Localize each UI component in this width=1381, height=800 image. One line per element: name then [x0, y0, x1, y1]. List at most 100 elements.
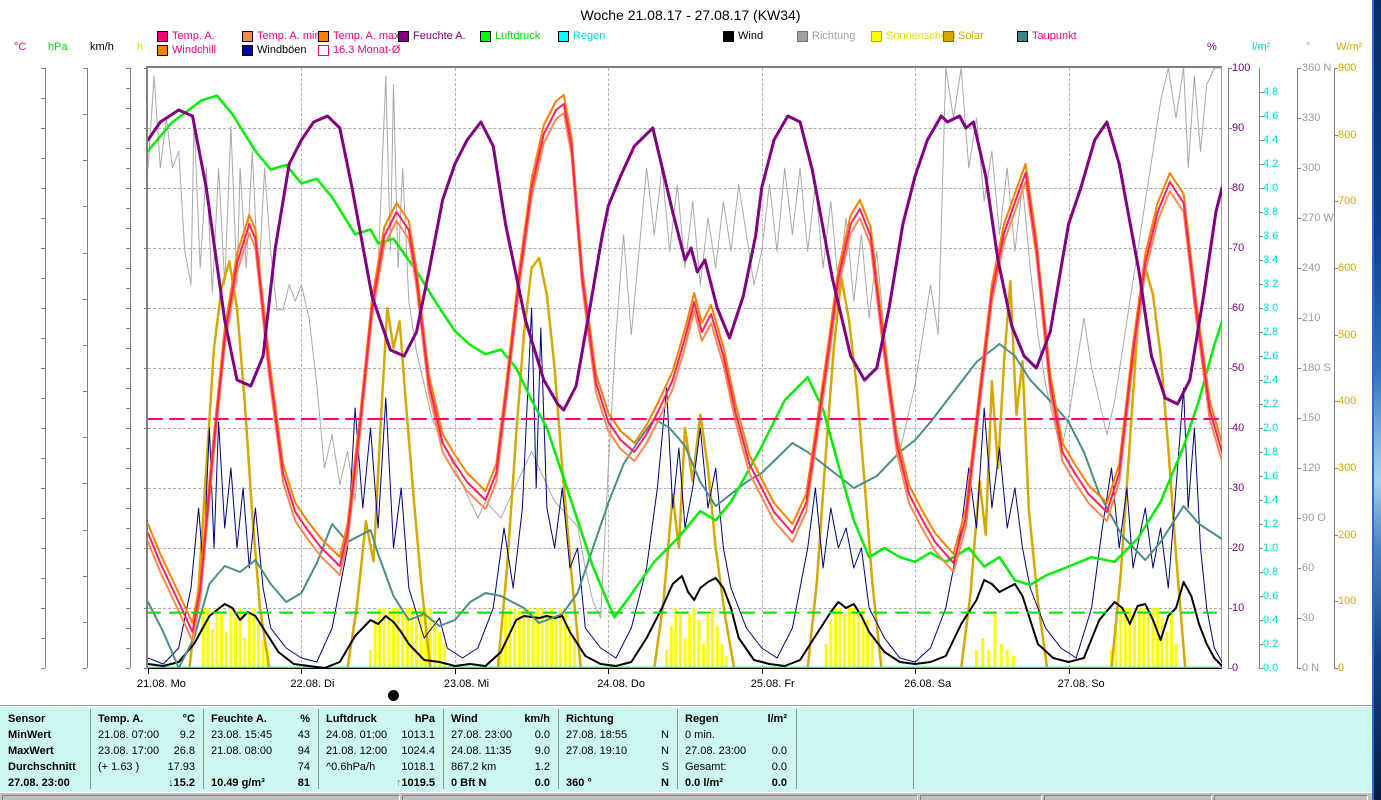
axis-tick: [1297, 518, 1301, 519]
legend-item-solar[interactable]: Solar: [943, 30, 984, 42]
axis-tick-label: 900: [1338, 62, 1357, 74]
axis-tick-label: 2.2: [1263, 398, 1279, 410]
legend-item-luftdruck[interactable]: Luftdruck: [480, 30, 540, 42]
axis-tick: [41, 248, 45, 249]
axis-header-degC: °C: [14, 41, 27, 53]
table-cell-value: 1024.4: [401, 745, 435, 757]
sonnenschein-bar: [247, 614, 251, 668]
legend-item-label: Windchill: [172, 44, 217, 56]
stats-table: Sensor MinWert MaxWert Durchschnitt 27.08. 2…: [0, 705, 1372, 792]
x-axis-line: [148, 668, 1222, 669]
x-axis-label: 27.08. So: [1057, 678, 1105, 690]
axis-tick-label: 300: [1302, 162, 1321, 174]
sonnenschein-bar: [843, 614, 847, 668]
axis-tick-label: 2.0: [1263, 422, 1279, 434]
axis-tick: [1297, 68, 1301, 69]
sonnenschein-bar: [220, 614, 224, 668]
axis-tick: [126, 228, 130, 229]
legend-color-swatch: [318, 30, 329, 42]
axis-tick-label: 330: [1302, 112, 1321, 124]
table-cell-value: 9.0: [534, 745, 550, 757]
table-cell-value: 0.0: [771, 745, 787, 757]
table-column-separator: [318, 709, 319, 789]
legend-item-temp-a-min[interactable]: Temp. A. min: [242, 30, 321, 42]
axis-tick: [126, 548, 130, 549]
x-axis-tick: [761, 669, 763, 674]
axis-tick: [41, 428, 45, 429]
table-column-separator: [90, 709, 91, 789]
legend-item-16-3-monat-[interactable]: 16.3 Monat-Ø: [318, 44, 400, 56]
x-axis-tick: [301, 669, 303, 674]
legend-item-temp-a-[interactable]: Temp. A.: [157, 30, 215, 42]
sonnenschein-bar: [415, 617, 418, 668]
sonnenschein-bar: [401, 614, 405, 668]
axis-tick: [41, 668, 45, 669]
axis-tick: [41, 188, 45, 189]
table-row-label: 27.08. 23:00: [8, 777, 70, 789]
axis-tick-label: 500: [1338, 328, 1357, 341]
sonnenschein-bar: [665, 650, 669, 668]
axis-tick: [83, 114, 87, 116]
sonnenschein-bar: [856, 611, 860, 668]
chart-plot-area[interactable]: [148, 68, 1222, 668]
sonnenschein-bar: [243, 638, 247, 668]
axis-tick-label: 80: [1232, 182, 1245, 194]
axis-tick: [126, 308, 130, 309]
x-axis-label: 22.08. Di: [290, 678, 335, 690]
legend-item-wind[interactable]: Wind: [723, 30, 763, 42]
axis-tick-label: 360 N: [1302, 62, 1332, 74]
axis-tick: [1297, 168, 1301, 169]
axis-tick-label: 10: [1232, 602, 1245, 614]
axis-tick: [1297, 218, 1301, 219]
table-cell-value: 43: [297, 729, 310, 741]
sonnenschein-bar: [838, 608, 842, 668]
axis-tick: [83, 668, 87, 669]
legend-item-regen[interactable]: Regen: [558, 30, 605, 42]
sonnenschein-bar: [993, 614, 997, 668]
sonnenschein-bar: [981, 638, 985, 668]
axis-tick: [126, 448, 130, 449]
axis-tick: [1297, 118, 1301, 119]
legend-item-label: Solar: [958, 30, 984, 42]
sonnenschein-bar: [261, 641, 265, 668]
axis-tick-label: 240: [1302, 262, 1321, 274]
axis-tick-label: 4.6: [1263, 110, 1279, 122]
x-axis-label: 25.08. Fr: [750, 678, 795, 690]
table-row-label: Durchschnitt: [8, 761, 76, 773]
axis-tick-label: 50: [1232, 362, 1245, 374]
sonnenschein-bar: [683, 638, 687, 668]
axis-tick: [83, 206, 87, 208]
axis-tick: [41, 158, 45, 159]
axis-tick: [1297, 368, 1301, 369]
axis-tick: [41, 398, 45, 399]
legend-item-richtung[interactable]: Richtung: [797, 30, 855, 42]
axis-tick-label: 40: [1232, 422, 1245, 434]
x-axis-tick: [915, 669, 917, 674]
legend-item-taupunkt[interactable]: Taupunkt: [1017, 30, 1077, 42]
axis-tick-label: 90: [1232, 122, 1245, 134]
table-column-separator: [203, 709, 204, 789]
axis-tick: [126, 608, 130, 609]
table-cell-value: 74: [297, 761, 310, 773]
axis-header-h: h: [137, 41, 144, 53]
table-row-label: MinWert: [8, 729, 52, 741]
legend-item-temp-a-max[interactable]: Temp. A. max: [318, 30, 400, 42]
axis-tick: [126, 508, 130, 509]
axis-tick-label: 4.4: [1263, 134, 1279, 146]
legend-item-windb-en[interactable]: Windböen: [242, 44, 307, 56]
sonnenschein-bar: [396, 608, 400, 668]
sonnenschein-bar: [369, 650, 372, 668]
sonnenschein-bar: [1146, 614, 1150, 668]
table-cell-value: ↑1019.5: [395, 777, 435, 789]
legend-item-feuchte-a-[interactable]: Feuchte A.: [398, 30, 466, 42]
axis-tick: [126, 628, 130, 629]
legend-item-windchill[interactable]: Windchill: [157, 44, 216, 56]
axis-tick-label: 180 S: [1302, 362, 1331, 374]
sonnenschein-bar: [224, 632, 228, 668]
axis-tick: [126, 208, 130, 209]
axis-tick: [126, 568, 130, 569]
axis-tick-label: 30: [1302, 612, 1315, 624]
legend-item-label: Temp. A. max: [333, 30, 400, 42]
status-bar-panel-3: [920, 795, 1042, 800]
axis-tick: [126, 108, 130, 109]
